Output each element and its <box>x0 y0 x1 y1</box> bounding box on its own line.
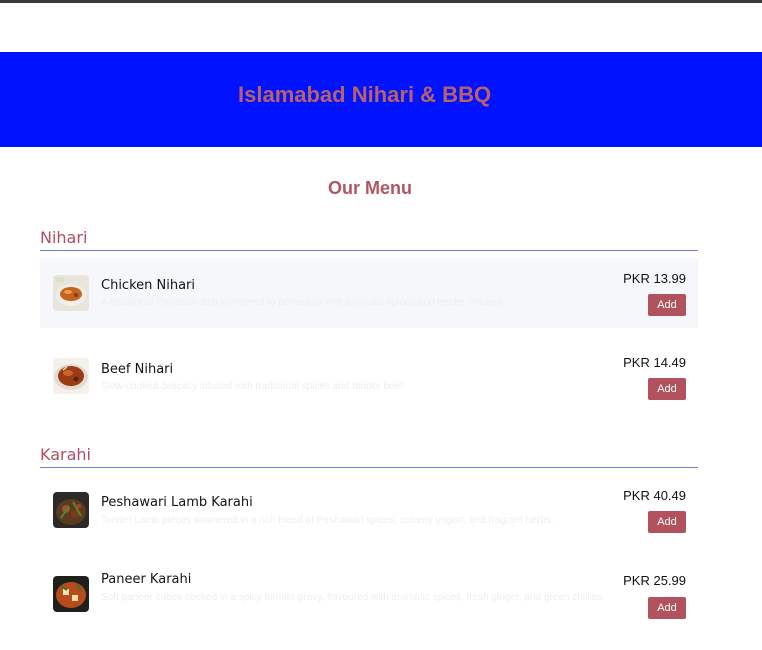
menu-heading: Our Menu <box>328 178 412 198</box>
section-divider <box>40 250 698 251</box>
menu-item-peshawari-lamb-karahi: Peshawari Lamb Karahi Tender Lamb pieces… <box>40 476 698 546</box>
chicken-nihari-image <box>53 275 89 311</box>
section-divider <box>40 467 698 468</box>
paneer-karahi-image <box>53 576 89 612</box>
item-description: Soft paneer cubes cooked in a spicy toma… <box>101 592 605 603</box>
add-to-cart-button[interactable]: Add <box>648 294 686 316</box>
beef-nihari-image <box>53 358 89 394</box>
item-price: PKR 13.99 <box>623 271 686 286</box>
item-price: PKR 40.49 <box>623 488 686 503</box>
add-to-cart-button[interactable]: Add <box>648 597 686 619</box>
add-to-cart-button[interactable]: Add <box>648 511 686 533</box>
add-to-cart-button[interactable]: Add <box>648 378 686 400</box>
menu-item-chicken-nihari: Chicken Nihari A traditional Pakistani d… <box>40 258 698 328</box>
item-price: PKR 14.49 <box>623 355 686 370</box>
lamb-karahi-image <box>53 492 89 528</box>
item-name: Peshawari Lamb Karahi <box>101 495 253 510</box>
item-description: Tender Lamb pieces simmered in a rich bl… <box>101 515 554 526</box>
restaurant-title: Islamabad Nihari & BBQ <box>238 82 492 107</box>
top-border <box>0 0 762 3</box>
item-description: Slow-cooked delicacy infused with tradit… <box>101 381 406 392</box>
item-name: Beef Nihari <box>101 362 174 377</box>
item-price: PKR 25.99 <box>623 573 686 588</box>
item-name: Paneer Karahi <box>101 572 192 587</box>
section-title-karahi: Karahi <box>40 445 91 464</box>
menu-item-paneer-karahi: Paneer Karahi Soft paneer cubes cooked i… <box>40 560 698 632</box>
section-title-nihari: Nihari <box>40 228 88 247</box>
item-name: Chicken Nihari <box>101 278 196 293</box>
item-description: A traditional Pakistani dish simmered to… <box>101 297 506 308</box>
menu-item-beef-nihari: Beef Nihari Slow-cooked delicacy infused… <box>40 342 698 412</box>
